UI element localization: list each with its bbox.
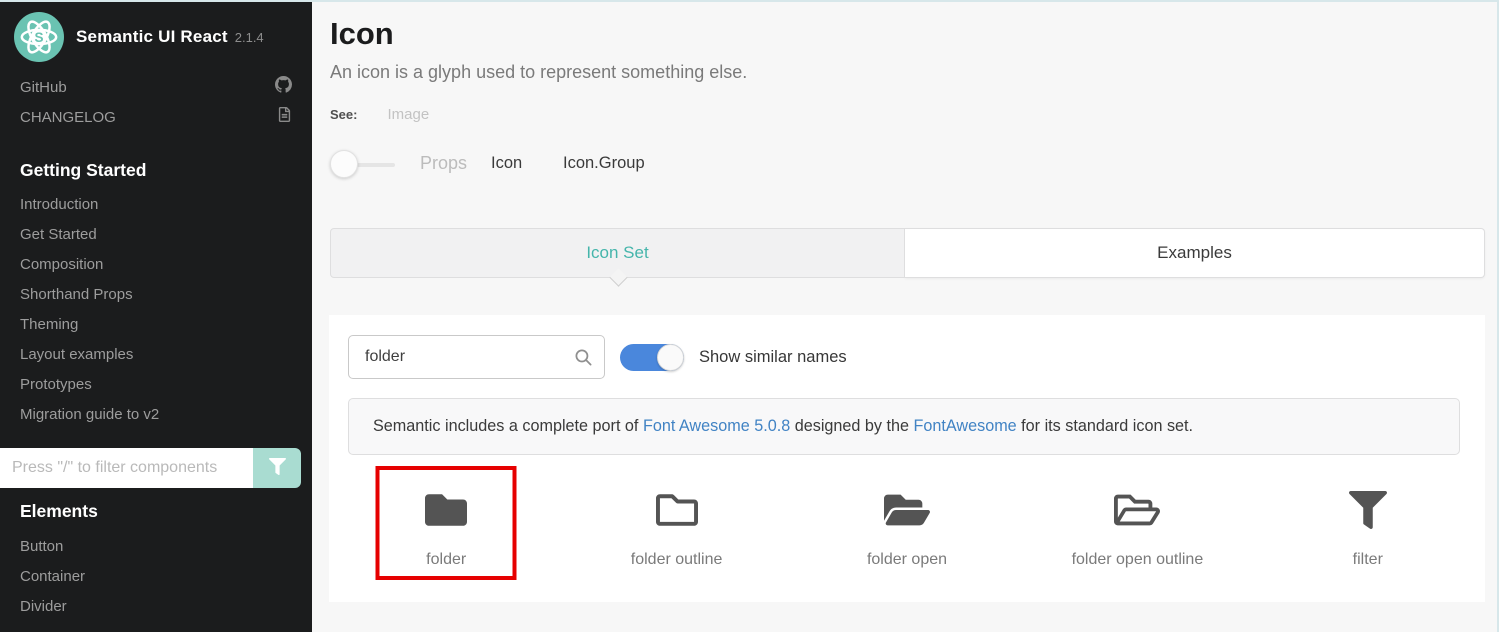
show-similar-toggle-knob [657, 344, 684, 371]
sidebar: S Semantic UI React 2.1.4 GitHub CHANGEL… [0, 0, 312, 632]
folder-outline-icon [656, 489, 698, 531]
sidebar-section-elements: Elements [0, 501, 312, 522]
props-menu-icon[interactable]: Icon [491, 154, 522, 173]
icon-set-panel: Show similar names Semantic includes a c… [329, 315, 1485, 602]
sidebar-item-shorthand-props[interactable]: Shorthand Props [0, 280, 312, 310]
main-content: Icon An icon is a glyph used to represen… [312, 0, 1499, 632]
github-icon [275, 76, 292, 98]
sidebar-item-get-started[interactable]: Get Started [0, 220, 312, 250]
logo-row[interactable]: S Semantic UI React 2.1.4 [0, 0, 312, 70]
folder-open-icon [884, 489, 930, 531]
sidebar-section-getting-started: Getting Started [0, 160, 312, 181]
sidebar-item-theming[interactable]: Theming [0, 310, 312, 340]
sidebar-item-migration-guide[interactable]: Migration guide to v2 [0, 400, 312, 430]
icon-cell-folder-open[interactable]: folder open [792, 465, 1022, 590]
page-title: Icon [330, 16, 394, 52]
see-also-row: See: Image [330, 106, 429, 123]
active-tab-caret [609, 268, 627, 286]
icon-results-grid: folder folder outline folder open folder… [331, 465, 1483, 590]
message-text-middle: designed by the [790, 417, 913, 435]
filter-icon [269, 458, 286, 478]
app-version: 2.1.4 [235, 30, 264, 45]
filter-funnel-icon [1349, 489, 1387, 531]
search-icon [574, 348, 604, 367]
sidebar-link-github[interactable]: GitHub [0, 72, 312, 102]
see-label: See: [330, 107, 357, 122]
component-filter-input[interactable] [0, 448, 253, 488]
show-similar-label: Show similar names [699, 348, 847, 367]
show-similar-toggle[interactable] [620, 344, 684, 371]
folder-icon [425, 489, 467, 531]
sidebar-item-button[interactable]: Button [0, 532, 312, 562]
font-awesome-link[interactable]: FontAwesome [914, 417, 1017, 435]
semantic-ui-logo-icon: S [14, 12, 64, 62]
icon-search-input[interactable] [349, 348, 574, 366]
font-awesome-version-link[interactable]: Font Awesome 5.0.8 [643, 417, 790, 435]
window-edge-top [0, 0, 1499, 2]
component-filter-search [0, 448, 301, 488]
folder-open-outline-icon [1114, 489, 1160, 531]
sidebar-link-changelog[interactable]: CHANGELOG [0, 102, 312, 132]
sidebar-item-divider[interactable]: Divider [0, 592, 312, 622]
file-document-icon [277, 107, 292, 127]
tab-bar: Icon Set Examples [330, 228, 1485, 278]
sidebar-item-introduction[interactable]: Introduction [0, 190, 312, 220]
sidebar-item-composition[interactable]: Composition [0, 250, 312, 280]
sidebar-item-container[interactable]: Container [0, 562, 312, 592]
svg-text:S: S [34, 30, 43, 45]
tab-icon-set[interactable]: Icon Set [330, 228, 905, 278]
component-filter-button[interactable] [253, 448, 301, 488]
props-menu-icon-group[interactable]: Icon.Group [563, 154, 645, 173]
icon-cell-filter[interactable]: filter [1253, 465, 1483, 590]
tab-examples[interactable]: Examples [905, 228, 1485, 278]
message-text-prefix: Semantic includes a complete port of [373, 417, 643, 435]
sidebar-item-layout-examples[interactable]: Layout examples [0, 340, 312, 370]
message-text-suffix: for its standard icon set. [1017, 417, 1193, 435]
font-awesome-message: Semantic includes a complete port of Fon… [348, 398, 1460, 455]
props-toggle[interactable] [330, 150, 358, 178]
see-link-image[interactable]: Image [387, 106, 429, 123]
sidebar-item-prototypes[interactable]: Prototypes [0, 370, 312, 400]
app-title: Semantic UI React [76, 27, 228, 47]
page-subtitle: An icon is a glyph used to represent som… [330, 62, 747, 83]
props-label: Props [420, 153, 467, 174]
icon-cell-folder-open-outline[interactable]: folder open outline [1022, 465, 1252, 590]
icon-cell-folder-outline[interactable]: folder outline [561, 465, 791, 590]
icon-search-box [348, 335, 605, 379]
icon-cell-folder[interactable]: folder [331, 465, 561, 590]
